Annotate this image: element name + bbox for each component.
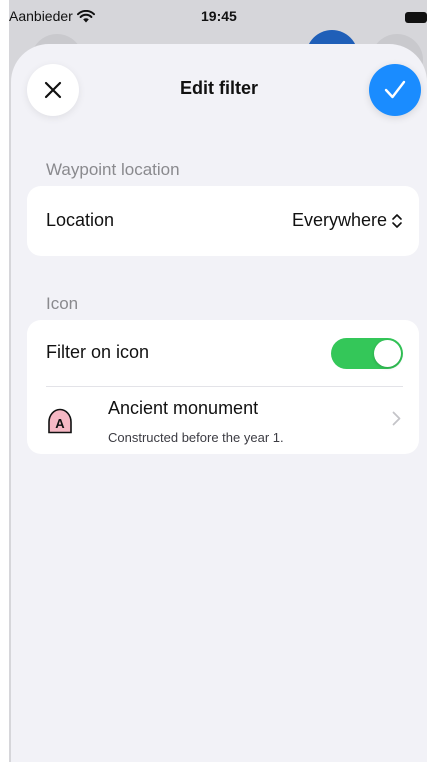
chevron-up-down-icon bbox=[392, 213, 402, 228]
location-value: Everywhere bbox=[291, 210, 387, 230]
monument-icon-letter: A bbox=[55, 416, 65, 431]
battery-icon bbox=[405, 12, 427, 23]
confirm-button[interactable] bbox=[369, 64, 421, 116]
page-title: Edit filter bbox=[179, 78, 258, 98]
carrier-group: Aanbieder bbox=[9, 8, 95, 24]
icon-card: Filter on icon A Ancient monument Constr… bbox=[27, 320, 419, 454]
section-header-waypoint-location: Waypoint location bbox=[46, 160, 180, 179]
filter-on-icon-toggle[interactable] bbox=[331, 338, 403, 369]
section-header-icon: Icon bbox=[46, 294, 79, 313]
location-label: Location bbox=[46, 210, 115, 230]
status-clock: 19:45 bbox=[201, 8, 237, 24]
checkmark-icon bbox=[384, 80, 406, 99]
status-bar: Aanbieder 19:45 bbox=[9, 0, 427, 34]
ancient-monument-subtitle: Constructed before the year 1. bbox=[108, 430, 284, 445]
toggle-knob bbox=[374, 340, 401, 367]
location-picker[interactable]: Everywhere bbox=[292, 210, 403, 231]
carrier-name: Aanbieder bbox=[9, 8, 73, 24]
edit-filter-sheet: Edit filter Waypoint location Location E… bbox=[11, 44, 427, 762]
chevron-right-icon bbox=[392, 411, 401, 426]
ancient-monument-icon: A bbox=[48, 408, 72, 434]
filter-on-icon-label: Filter on icon bbox=[46, 342, 150, 362]
phone-screen: Aanbieder 19:45 Edit filter Waypoint loc… bbox=[9, 0, 427, 762]
wifi-icon bbox=[76, 9, 95, 22]
ancient-monument-title: Ancient monument bbox=[108, 398, 259, 418]
location-card: Location Everywhere bbox=[27, 186, 419, 256]
